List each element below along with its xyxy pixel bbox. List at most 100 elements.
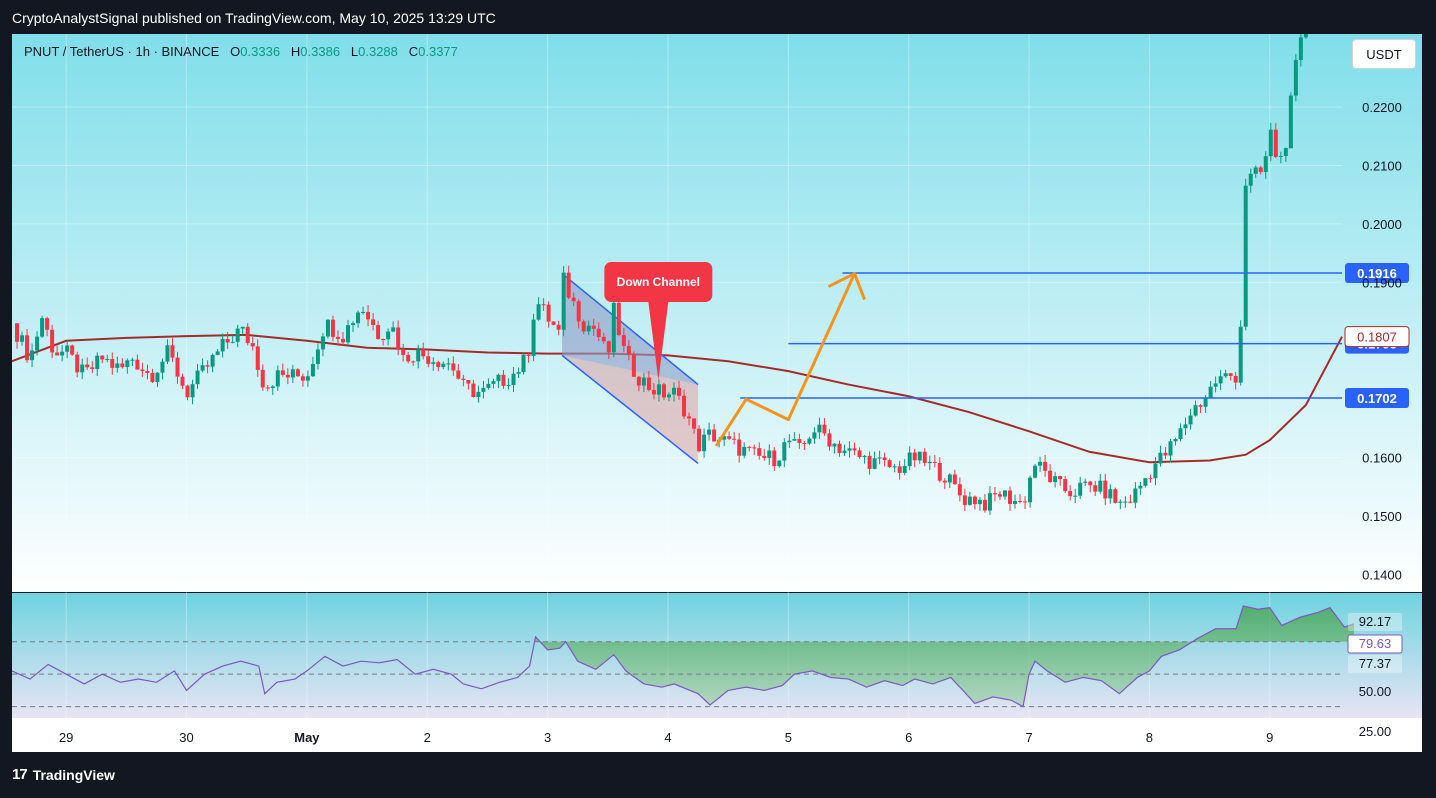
candle-down [175, 357, 180, 377]
candle-up [1213, 383, 1218, 387]
candle-down [436, 362, 441, 368]
time-tick-label: 5 [785, 730, 792, 745]
candle-up [35, 336, 40, 351]
candle-down [867, 455, 872, 469]
candle-down [1128, 501, 1133, 503]
chart-panel[interactable]: Down Channel 0.19160.17950.17020.1807 92… [12, 34, 1422, 752]
candle-down [616, 302, 621, 336]
candle-down [180, 376, 185, 386]
price-tick-label: 0.1900 [1362, 275, 1402, 290]
time-tick-label: May [294, 730, 320, 745]
candle-down [1113, 489, 1118, 503]
candle-down [371, 319, 376, 326]
candle-up [1013, 501, 1018, 505]
currency-button[interactable]: USDT [1352, 39, 1416, 69]
candle-down [501, 374, 506, 386]
candle-up [531, 319, 536, 356]
price-pane-bg [12, 34, 1342, 592]
candle-down [1163, 452, 1168, 456]
candle-down [651, 389, 656, 395]
candle-down [451, 363, 456, 371]
price-tick-label: 0.1400 [1362, 567, 1402, 582]
candle-up [842, 450, 847, 454]
candle-up [862, 455, 867, 458]
candle-up [656, 384, 661, 395]
candle-up [476, 391, 481, 398]
candle-down [1068, 491, 1073, 497]
candle-up [892, 466, 897, 468]
candle-up [787, 440, 792, 443]
candle-up [290, 369, 295, 378]
candle-down [757, 448, 762, 456]
tradingview-footer[interactable]: 17 TradingView [12, 766, 115, 783]
candle-down [366, 311, 371, 320]
candle-up [641, 377, 646, 386]
candle-down [150, 372, 155, 382]
candle-up [240, 326, 245, 329]
candle-down [581, 321, 586, 332]
candle-down [727, 436, 732, 439]
candle-up [481, 387, 486, 392]
candle-up [521, 354, 526, 373]
time-axis-bg [12, 718, 1422, 752]
candle-up [1098, 480, 1103, 492]
candle-up [391, 327, 396, 332]
candle-up [1238, 326, 1243, 383]
candle-down [631, 354, 636, 377]
candle-down [732, 438, 737, 440]
candle-up [1123, 501, 1128, 503]
level-value: 0.1702 [1357, 391, 1397, 406]
candle-down [140, 369, 145, 371]
candle-up [877, 457, 882, 459]
candle-up [65, 345, 70, 352]
candle-up [235, 328, 240, 342]
candle-down [406, 354, 411, 362]
candle-down [135, 359, 140, 370]
candle-down [802, 442, 807, 444]
candle-down [185, 385, 190, 398]
candle-up [1173, 439, 1178, 442]
candle-down [571, 297, 576, 302]
candle-down [426, 356, 431, 364]
candle-down [245, 326, 250, 344]
close-label: C [408, 44, 419, 59]
chart-canvas[interactable]: Down Channel 0.19160.17950.17020.1807 92… [12, 34, 1422, 752]
candle-up [767, 450, 772, 458]
open-value: 0.3336 [240, 44, 281, 59]
symbol-legend[interactable]: PNUT / TetherUS · 1h · BINANCE O0.3336 H… [24, 44, 458, 59]
candle-down [285, 374, 290, 378]
candle-up [1002, 490, 1007, 497]
candle-up [1158, 452, 1163, 464]
candle-down [737, 439, 742, 456]
price-tick-label: 0.2100 [1362, 158, 1402, 173]
candle-up [1278, 155, 1283, 157]
candle-up [190, 384, 195, 398]
candle-up [1218, 376, 1223, 384]
candle-down [972, 496, 977, 505]
candle-up [1073, 495, 1078, 497]
candle-up [215, 351, 220, 355]
candle-down [145, 370, 150, 373]
candle-down [882, 457, 887, 461]
candle-up [496, 374, 501, 382]
candle-down [55, 352, 60, 356]
candle-up [807, 438, 812, 444]
price-tick-label: 0.2000 [1362, 217, 1402, 232]
candle-up [1143, 478, 1148, 486]
candle-up [1243, 185, 1248, 327]
candle-up [516, 372, 521, 374]
candle-up [611, 302, 616, 353]
candle-up [115, 363, 120, 368]
candle-down [566, 272, 571, 298]
candle-down [1058, 476, 1063, 480]
candle-down [646, 377, 651, 390]
open-label: O [230, 44, 241, 59]
candle-up [1178, 428, 1183, 440]
candle-up [1118, 501, 1123, 503]
time-tick-label: 2 [424, 730, 431, 745]
candle-up [1203, 397, 1208, 407]
candle-up [386, 331, 391, 340]
symbol-name[interactable]: PNUT / TetherUS · 1h · BINANCE [24, 44, 219, 59]
candle-down [1103, 480, 1108, 499]
time-tick-label: 9 [1266, 730, 1273, 745]
